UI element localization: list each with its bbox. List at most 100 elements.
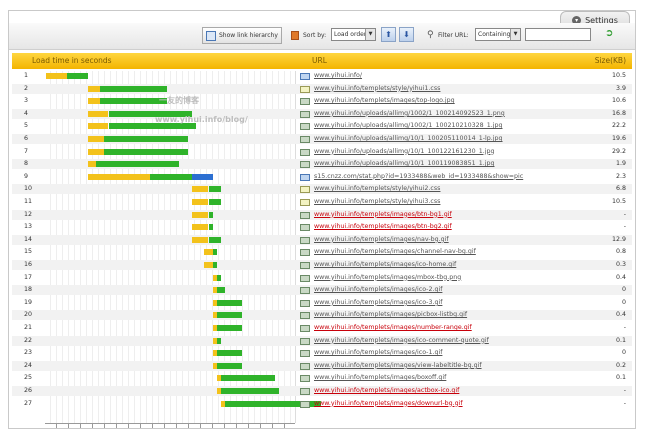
request-url-link[interactable]: www.yihui.info/templets/images/channel-n… [314, 247, 476, 257]
table-row[interactable]: 21 www.yihui.info/templets/images/number-… [12, 323, 632, 333]
request-url-link[interactable]: www.yihui.info/templets/images/picbox-li… [314, 310, 467, 320]
table-row[interactable]: 18 www.yihui.info/templets/images/ico-2.g… [12, 285, 632, 296]
request-url-link[interactable]: www.yihui.info/ [314, 71, 362, 81]
request-url-link[interactable]: www.yihui.info/uploads/allimg/10/1_10011… [314, 159, 495, 169]
table-row[interactable]: 27 www.yihui.info/templets/images/downurl… [12, 399, 632, 409]
watermark-url: www.yihui.info/blog/ [155, 115, 248, 124]
table-row[interactable]: 24 www.yihui.info/templets/images/view-la… [12, 360, 632, 371]
request-size: 19.6 [611, 135, 626, 142]
table-row[interactable]: 8 www.yihui.info/uploads/allimg/10/1_1001… [12, 159, 632, 170]
html-file-icon [300, 173, 310, 181]
table-row[interactable]: 4 www.yihui.info/uploads/allimg/1002/1_10… [12, 108, 632, 119]
request-size: 1.9 [615, 160, 626, 168]
timing-bar-recv [212, 249, 217, 256]
column-header: Load time in seconds URL Size(KB) [12, 53, 632, 69]
table-row[interactable]: 25 www.yihui.info/templets/images/boxoff.… [12, 373, 632, 383]
table-row[interactable]: 11 www.yihui.info/templets/style/yihui3.c… [12, 197, 632, 207]
timing-bar-recv [216, 325, 242, 331]
table-row[interactable]: 2 www.yihui.info/templets/style/yihui1.cs… [12, 83, 632, 94]
request-url-link[interactable]: www.yihui.info/templets/style/yihui1.css [314, 84, 440, 94]
table-row[interactable]: 22 www.yihui.info/templets/images/ico-com… [12, 335, 632, 346]
sort-ascending-button[interactable]: ⬆ [381, 27, 396, 42]
time-scale [45, 423, 295, 428]
row-number: 22 [24, 336, 33, 344]
request-size: - [623, 399, 626, 407]
request-url-link[interactable]: www.yihui.info/templets/images/ico-home.… [314, 260, 456, 270]
table-row[interactable]: 16 www.yihui.info/templets/images/ico-hom… [12, 260, 632, 270]
arrow-down-icon: ⬇ [403, 30, 410, 39]
row-number: 4 [24, 109, 29, 117]
table-row[interactable]: 1 www.yihui.info/10.5 [12, 71, 632, 81]
table-row[interactable]: 20 www.yihui.info/templets/images/picbox-… [12, 310, 632, 321]
timing-bar-recv [100, 85, 167, 92]
timing-bar-recv [208, 236, 221, 243]
table-row[interactable]: 12 www.yihui.info/templets/images/btn-bg1… [12, 209, 632, 220]
timing-bar-recv [216, 312, 242, 319]
sort-by-label: Sort by: [303, 32, 327, 39]
row-number: 18 [24, 286, 33, 294]
request-url-link[interactable]: www.yihui.info/templets/images/ico-1.gif [314, 348, 442, 358]
table-row[interactable]: 5 www.yihui.info/uploads/allimg/1002/1_10… [12, 121, 632, 131]
filter-icon: ⚲ [427, 30, 434, 40]
sort-order-select[interactable]: Load order ▼ [331, 28, 376, 41]
request-url-link[interactable]: www.yihui.info/uploads/allimg/10/1_10012… [314, 147, 495, 157]
request-url-link[interactable]: www.yihui.info/uploads/allimg/1002/1_100… [314, 109, 505, 119]
row-number: 27 [24, 399, 33, 407]
table-row[interactable]: 26 www.yihui.info/templets/images/actbox-… [12, 386, 632, 396]
sort-order-value: Load order [334, 31, 367, 38]
request-size: 29.2 [611, 147, 626, 155]
request-url-link[interactable]: www.yihui.info/templets/style/yihui2.css [314, 184, 440, 194]
table-row[interactable]: 13 www.yihui.info/templets/images/btn-bg2… [12, 222, 632, 232]
request-size: 0 [621, 349, 626, 357]
request-url-link[interactable]: www.yihui.info/templets/images/ico-3.gif [314, 298, 442, 308]
apply-filter-icon[interactable]: ➲ [605, 28, 613, 39]
request-size: 0.2 [615, 361, 626, 369]
request-url-link[interactable]: www.yihui.info/uploads/allimg/1002/1_100… [314, 121, 503, 131]
row-number: 1 [24, 72, 29, 79]
request-url-link[interactable]: www.yihui.info/templets/images/top-logo.… [314, 96, 455, 106]
request-url-link[interactable]: www.yihui.info/templets/images/downurl-b… [314, 399, 463, 409]
image-file-icon [300, 136, 310, 143]
table-row[interactable]: 23 www.yihui.info/templets/images/ico-1.g… [12, 348, 632, 358]
request-url-link[interactable]: www.yihui.info/templets/images/ico-comme… [314, 336, 489, 346]
request-url-link[interactable]: www.yihui.info/templets/images/nav-bg.gi… [314, 235, 449, 245]
request-url-link[interactable]: www.yihui.info/templets/images/view-labe… [314, 361, 482, 371]
hierarchy-icon [206, 30, 216, 41]
toolbar: Show link hierarchy Sort by: Load order … [9, 23, 635, 50]
row-number: 24 [24, 361, 33, 369]
table-row[interactable]: 3 www.yihui.info/templets/images/top-logo… [12, 96, 632, 106]
table-row[interactable]: 7 www.yihui.info/uploads/allimg/10/1_1001… [12, 147, 632, 157]
table-row[interactable]: 19 www.yihui.info/templets/images/ico-3.g… [12, 298, 632, 308]
request-url-link[interactable]: www.yihui.info/templets/images/boxoff.gi… [314, 373, 446, 383]
image-file-icon [300, 299, 310, 307]
request-url-link[interactable]: www.yihui.info/templets/images/btn-bg2.g… [314, 222, 452, 232]
timing-bar-dns [191, 173, 213, 180]
table-row[interactable]: 9 s15.cnzz.com/stat.php?id=1933488&web_id… [12, 172, 632, 182]
show-link-hierarchy-button[interactable]: Show link hierarchy [202, 27, 282, 44]
table-row[interactable]: 15 www.yihui.info/templets/images/channel… [12, 247, 632, 257]
timing-bar-recv [221, 375, 276, 382]
filter-url-input[interactable] [525, 28, 591, 41]
table-row[interactable]: 17 www.yihui.info/templets/images/mbox-tb… [12, 273, 632, 283]
sort-descending-button[interactable]: ⬇ [399, 27, 414, 42]
table-row[interactable]: 10 www.yihui.info/templets/style/yihui2.c… [12, 184, 632, 195]
timing-bar-recv [216, 362, 242, 369]
request-url-link[interactable]: www.yihui.info/templets/images/ico-2.gif [314, 285, 442, 295]
image-file-icon [300, 325, 310, 332]
image-file-icon [300, 400, 310, 408]
request-url-link[interactable]: www.yihui.info/templets/images/number-ra… [314, 323, 472, 333]
timing-bar-wait [87, 173, 151, 180]
request-size: 12.9 [611, 235, 626, 243]
request-url-link[interactable]: www.yihui.info/templets/images/mbox-tbg.… [314, 273, 461, 283]
request-url-link[interactable]: www.yihui.info/templets/style/yihui3.css [314, 197, 440, 207]
image-file-icon [300, 274, 310, 282]
request-url-link[interactable]: www.yihui.info/templets/images/actbox-ic… [314, 386, 459, 396]
request-url-link[interactable]: www.yihui.info/uploads/allimg/10/1_10020… [314, 134, 503, 144]
request-url-link[interactable]: s15.cnzz.com/stat.php?id=1933488&web_id=… [314, 172, 523, 182]
filter-mode-select[interactable]: Containing ▼ [475, 28, 521, 41]
table-row[interactable]: 6 www.yihui.info/uploads/allimg/10/1_1002… [12, 134, 632, 144]
request-url-link[interactable]: www.yihui.info/templets/images/btn-bg1.g… [314, 210, 452, 220]
table-row[interactable]: 14 www.yihui.info/templets/images/nav-bg.… [12, 234, 632, 245]
request-size: 10.6 [611, 97, 626, 105]
timing-bar-recv [221, 388, 280, 394]
